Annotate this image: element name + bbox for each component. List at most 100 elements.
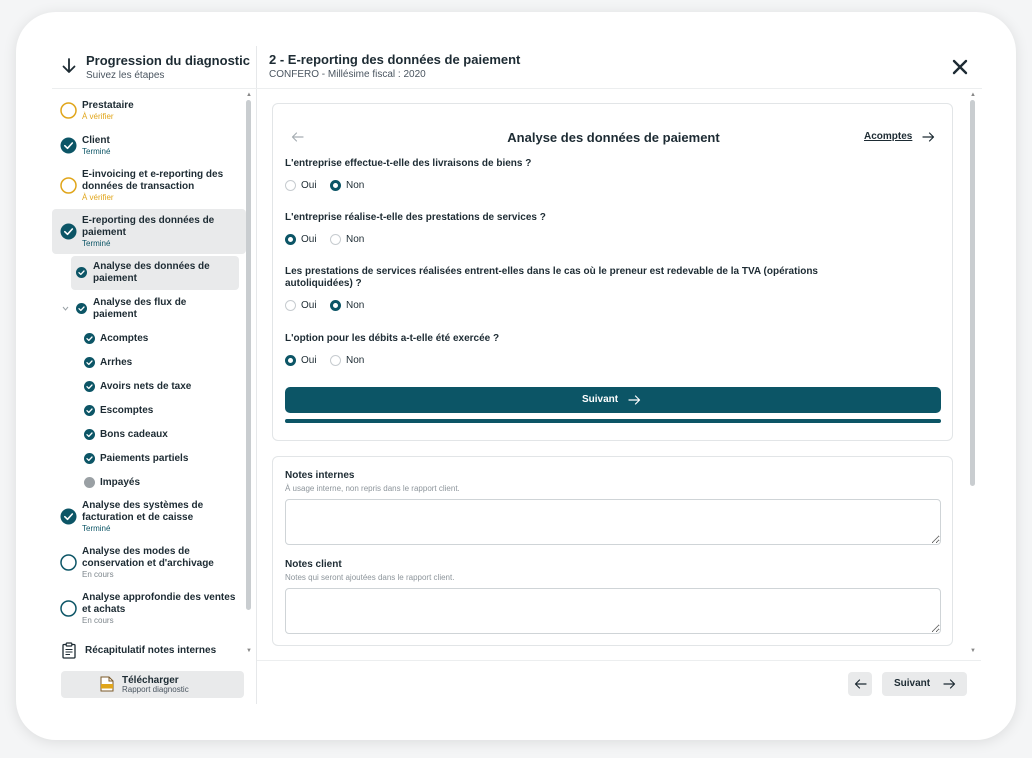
arrow-down-icon[interactable] [60, 57, 78, 75]
sidebar: Prestataire À vérifier Client Terminé E-in… [52, 92, 246, 660]
radio-oui[interactable]: Oui [285, 180, 325, 192]
radio-icon[interactable] [285, 300, 296, 311]
step-e-reporting-paiement[interactable]: E-reporting des données de paiement Termi… [52, 209, 246, 254]
question-text: L'option pour les débits a-t-elle été ex… [285, 333, 500, 344]
flux-item-avoirs[interactable]: Avoirs nets de taxe [84, 380, 234, 394]
radio-non[interactable]: Non [330, 180, 372, 192]
close-icon[interactable] [950, 57, 970, 77]
step-label: Client [82, 135, 110, 146]
question-text: L'entreprise réalise-t-elle des prestati… [285, 212, 546, 223]
scroll-down-icon[interactable]: ▼ [970, 648, 976, 654]
arrow-right-icon[interactable] [922, 131, 935, 143]
flux-item-escomptes[interactable]: Escomptes [84, 404, 234, 418]
flux-item-bons-cadeaux[interactable]: Bons cadeaux [84, 428, 234, 442]
step-label: Prestataire [82, 100, 134, 111]
page-header: 2 - E-reporting des données de paiement … [269, 52, 520, 80]
flux-item-label: Arrhes [100, 357, 133, 368]
question-text: Les prestations de services réalisées en… [285, 266, 818, 289]
arrow-right-icon [628, 395, 641, 405]
question-card: Analyse des données de paiement Acomptes… [272, 103, 953, 441]
sidebar-subtitle: Suivez les étapes [86, 70, 165, 81]
radio-non[interactable]: Non [330, 300, 372, 312]
radio-icon[interactable] [330, 355, 341, 366]
substep-label: Analyse des données de paiement [93, 261, 210, 284]
submit-label: Suivant [582, 394, 619, 405]
step-ventes-achats[interactable]: Analyse approfondie des ventes et achats… [52, 592, 246, 628]
card-title: Analyse des données de paiement [507, 130, 720, 145]
scrollbar-thumb[interactable] [246, 100, 251, 610]
page-subtitle: CONFERO - Millésime fiscal : 2020 [269, 69, 426, 80]
check-circle-icon [76, 267, 87, 278]
radio-label: Oui [301, 234, 317, 245]
check-circle-icon [84, 357, 95, 368]
chevron-down-icon[interactable] [62, 305, 69, 312]
step-e-invoicing[interactable]: E-invoicing et e-reporting des données d… [52, 169, 246, 203]
substep-analyse-donnees[interactable]: Analyse des données de paiement [71, 256, 239, 290]
client-notes-hint: Notes qui seront ajoutées dans le rappor… [285, 573, 455, 582]
header-divider [52, 88, 982, 89]
internal-notes-label: Notes internes [285, 470, 355, 481]
check-circle-icon [84, 453, 95, 464]
radio-oui[interactable]: Oui [285, 234, 325, 246]
check-circle-icon [84, 429, 95, 440]
internal-notes-textarea[interactable] [285, 499, 941, 545]
step-recapitulatif[interactable]: Récapitulatif notes internes [52, 642, 246, 660]
step-conservation-archivage[interactable]: Analyse des modes de conservation et d'a… [52, 546, 246, 582]
step-label: Analyse des modes de conservation et d'a… [82, 546, 214, 569]
scroll-up-icon[interactable]: ▲ [246, 92, 252, 98]
step-status: En cours [82, 570, 114, 579]
next-button[interactable]: Suivant [882, 672, 967, 696]
client-notes-textarea[interactable] [285, 588, 941, 634]
check-circle-icon [60, 137, 77, 154]
radio-oui[interactable]: Oui [285, 300, 325, 312]
radio-icon[interactable] [285, 234, 296, 245]
flux-item-label: Escomptes [100, 405, 154, 416]
radio-icon[interactable] [285, 180, 296, 191]
radio-icon[interactable] [330, 234, 341, 245]
step-client[interactable]: Client Terminé [52, 135, 246, 159]
step-status: À vérifier [82, 112, 114, 121]
scroll-up-icon[interactable]: ▲ [970, 92, 976, 98]
empty-circle-icon [60, 554, 77, 571]
footer-divider [257, 660, 981, 661]
sidebar-scrollbar[interactable]: ▲ ▼ [246, 92, 252, 656]
flux-item-label: Avoirs nets de taxe [100, 381, 192, 392]
scrollbar-thumb[interactable] [970, 100, 975, 486]
radio-oui[interactable]: Oui [285, 355, 325, 367]
step-prestataire[interactable]: Prestataire À vérifier [52, 100, 246, 124]
clipboard-icon [62, 642, 76, 659]
radio-label: Oui [301, 300, 317, 311]
next-section-link[interactable]: Acomptes [864, 131, 912, 142]
progress-bar [285, 419, 941, 423]
previous-button[interactable] [848, 672, 872, 696]
empty-circle-icon [60, 600, 77, 617]
flux-item-acomptes[interactable]: Acomptes [84, 332, 234, 346]
substep-analyse-flux[interactable]: Analyse des flux de paiement [60, 295, 240, 323]
radio-icon[interactable] [330, 300, 341, 311]
check-circle-icon [84, 333, 95, 344]
step-label: E-invoicing et e-reporting des données d… [82, 169, 224, 192]
step-systemes-facturation[interactable]: Analyse des systèmes de facturation et d… [52, 500, 246, 536]
page-title: 2 - E-reporting des données de paiement [269, 52, 521, 67]
question-text: L'entreprise effectue-t-elle des livrais… [285, 158, 532, 169]
flux-item-paiements-partiels[interactable]: Paiements partiels [84, 452, 234, 466]
radio-non[interactable]: Non [330, 355, 372, 367]
progress-fill [285, 419, 941, 423]
internal-notes-hint: À usage interne, non repris dans le rapp… [285, 484, 460, 493]
download-report-button[interactable]: Télécharger Rapport diagnostic [61, 671, 244, 698]
client-notes-label: Notes client [285, 559, 342, 570]
radio-label: Oui [301, 355, 317, 366]
main-scrollbar[interactable]: ▲ ▼ [970, 92, 976, 656]
scroll-down-icon[interactable]: ▼ [246, 648, 252, 654]
radio-icon[interactable] [285, 355, 296, 366]
substep-label: Analyse des flux de paiement [93, 297, 187, 320]
submit-button[interactable]: Suivant [285, 387, 941, 413]
radio-label: Non [346, 300, 365, 311]
flux-item-label: Acomptes [100, 333, 149, 344]
radio-label: Oui [301, 180, 317, 191]
flux-item-arrhes[interactable]: Arrhes [84, 356, 234, 370]
flux-item-impayes[interactable]: Impayés [84, 476, 234, 490]
radio-icon[interactable] [330, 180, 341, 191]
radio-non[interactable]: Non [330, 234, 372, 246]
flux-item-label: Impayés [100, 477, 141, 488]
